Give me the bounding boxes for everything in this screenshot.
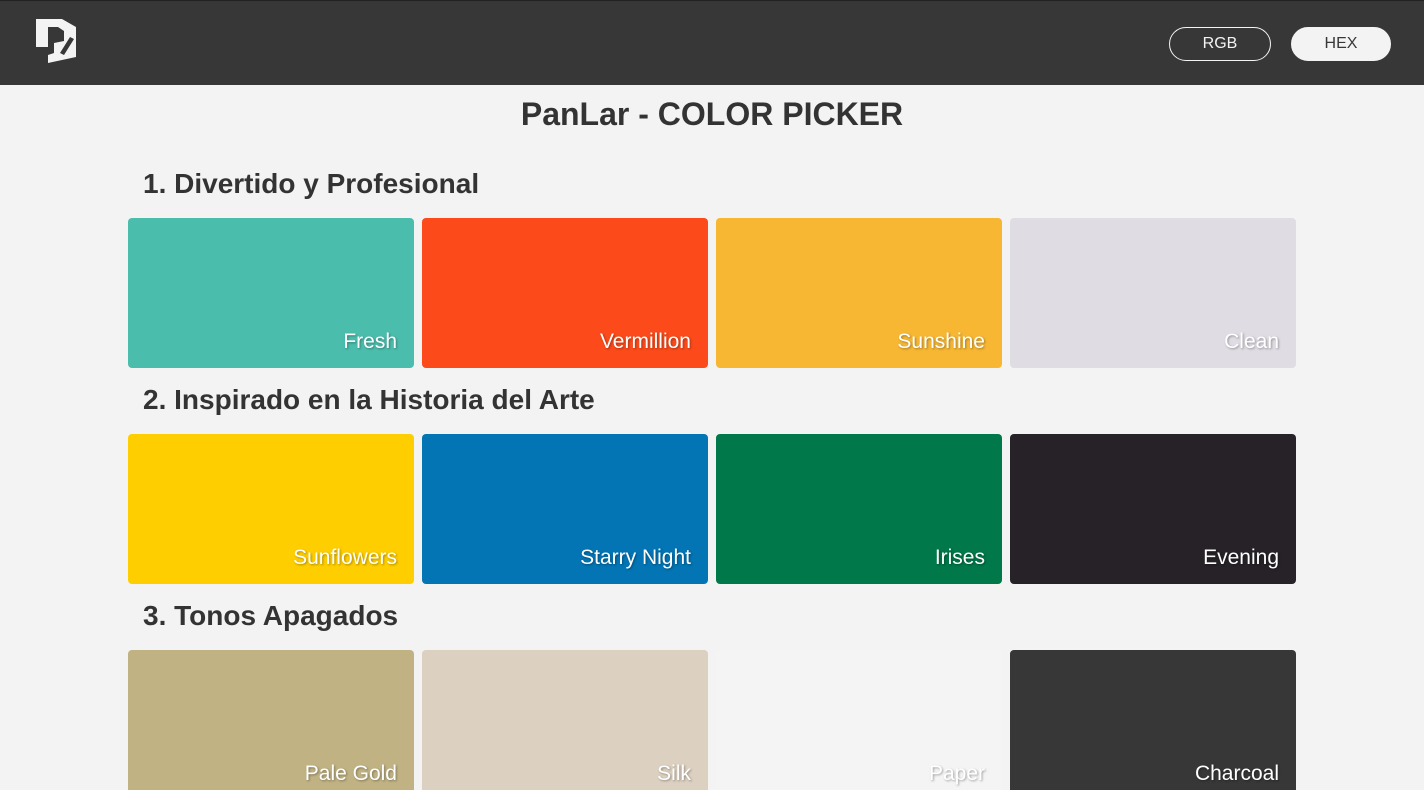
color-swatch-sunshine[interactable]: Sunshine <box>716 218 1002 368</box>
swatch-label: Charcoal <box>1194 762 1279 785</box>
color-swatch-clean[interactable]: Clean <box>1010 218 1296 368</box>
panlar-logo-icon[interactable] <box>34 17 78 67</box>
color-swatch-pale-gold[interactable]: Pale Gold <box>128 650 414 790</box>
swatch-label: Irises <box>934 546 985 569</box>
color-swatch-vermillion[interactable]: Vermillion <box>422 218 708 368</box>
swatch-label: Evening <box>1203 546 1279 569</box>
page-title: PanLar - COLOR PICKER <box>520 96 904 132</box>
color-swatch-silk[interactable]: Silk <box>422 650 708 790</box>
color-swatch-paper[interactable]: Paper <box>716 650 1002 790</box>
hex-button[interactable]: HEX <box>1291 27 1391 61</box>
swatch-label: Sunflowers <box>293 546 397 569</box>
swatch-label: Sunshine <box>897 330 985 353</box>
swatch-label: Pale Gold <box>304 762 397 785</box>
rgb-button[interactable]: RGB <box>1169 27 1271 61</box>
top-bar: RGB HEX <box>0 0 1424 85</box>
color-swatch-fresh[interactable]: Fresh <box>128 218 414 368</box>
section-title-2: 2. Inspirado en la Historia del Arte <box>143 384 595 415</box>
swatch-label: Clean <box>1224 330 1279 353</box>
color-swatch-sunflowers[interactable]: Sunflowers <box>128 434 414 584</box>
swatch-label: Silk <box>657 762 691 785</box>
color-swatch-charcoal[interactable]: Charcoal <box>1010 650 1296 790</box>
color-swatch-starry-night[interactable]: Starry Night <box>422 434 708 584</box>
swatch-label: Paper <box>928 762 985 785</box>
swatch-label: Starry Night <box>580 546 691 569</box>
color-swatch-evening[interactable]: Evening <box>1010 434 1296 584</box>
swatch-label: Fresh <box>343 330 397 353</box>
section-title-3: 3. Tonos Apagados <box>143 600 399 631</box>
color-swatch-irises[interactable]: Irises <box>716 434 1002 584</box>
section-title-1: 1. Divertido y Profesional <box>143 168 480 199</box>
swatch-label: Vermillion <box>599 330 691 353</box>
